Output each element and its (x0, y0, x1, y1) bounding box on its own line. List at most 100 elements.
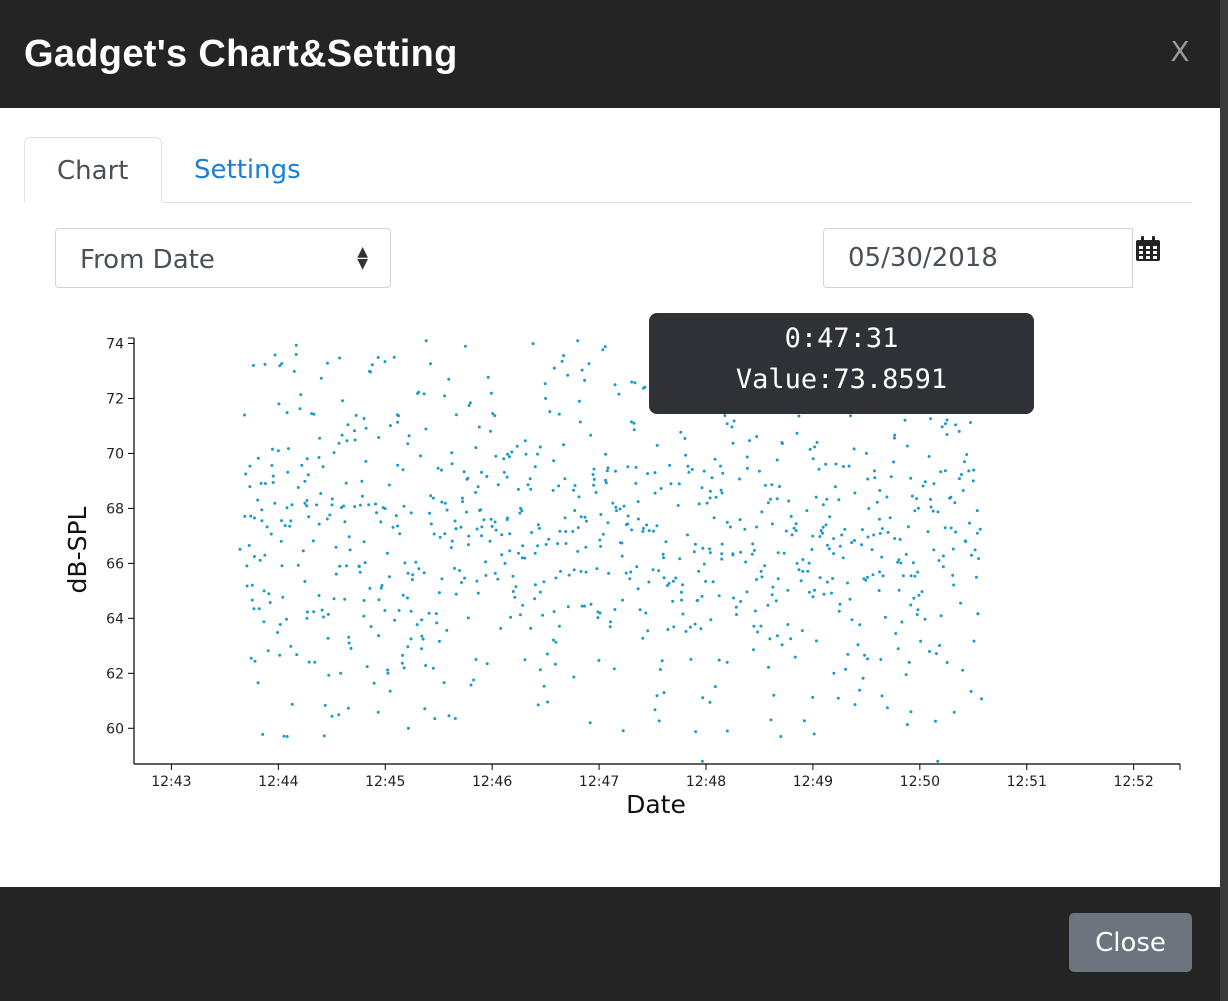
data-point (414, 560, 418, 564)
data-point (427, 611, 431, 615)
data-point (589, 602, 593, 606)
data-point (566, 605, 570, 609)
data-point (450, 451, 454, 455)
data-point (850, 618, 854, 622)
data-point (815, 440, 819, 444)
data-point (345, 439, 349, 443)
data-point (906, 525, 910, 529)
data-point (599, 513, 603, 516)
data-point (926, 530, 930, 534)
data-point (856, 643, 860, 647)
data-point (846, 581, 849, 585)
data-point (529, 626, 533, 630)
data-point (714, 495, 718, 499)
date-field[interactable] (823, 228, 1133, 288)
data-point (579, 515, 583, 519)
data-point (646, 629, 650, 633)
data-point (601, 532, 605, 536)
data-point (318, 436, 322, 440)
data-point (243, 514, 247, 518)
data-point (268, 601, 272, 604)
data-point (567, 573, 571, 577)
data-point (508, 549, 512, 553)
data-point (601, 348, 605, 352)
data-point (638, 608, 642, 612)
data-point (326, 612, 330, 616)
data-point (562, 354, 566, 358)
calendar-icon[interactable] (1134, 235, 1162, 263)
data-point (250, 583, 254, 587)
data-point (620, 541, 624, 545)
data-point (334, 572, 338, 576)
data-point (701, 546, 705, 550)
data-point (807, 590, 811, 594)
data-point (954, 423, 958, 427)
data-point (645, 523, 649, 527)
data-point (775, 497, 779, 501)
data-point (708, 700, 712, 704)
data-point (536, 523, 540, 527)
data-point (282, 734, 286, 738)
data-point (630, 380, 634, 384)
data-point (243, 413, 246, 417)
data-point (934, 719, 937, 723)
data-point (553, 662, 557, 666)
data-point (888, 516, 892, 520)
window-edge (1220, 0, 1228, 1001)
data-point (860, 528, 864, 532)
tab-settings[interactable]: Settings (162, 137, 333, 201)
data-point (423, 707, 427, 711)
data-point (810, 548, 814, 551)
data-point (442, 681, 446, 685)
data-point (784, 529, 788, 533)
data-point (530, 531, 534, 534)
data-point (928, 650, 931, 653)
data-point (296, 486, 300, 489)
data-point (348, 548, 352, 552)
data-point (901, 574, 905, 578)
data-point (417, 390, 421, 394)
data-point (866, 535, 870, 539)
data-point (548, 410, 552, 414)
tab-chart[interactable]: Chart (24, 137, 162, 203)
data-point (628, 577, 632, 581)
data-point (480, 470, 483, 474)
data-point (332, 451, 336, 455)
data-point (980, 697, 983, 701)
date-mode-select[interactable]: From Date ▲ ▼ (55, 228, 391, 288)
data-point (573, 484, 577, 488)
data-point (636, 587, 640, 591)
data-point (866, 657, 869, 661)
data-point (474, 491, 478, 494)
data-point (949, 526, 953, 530)
data-point (745, 455, 749, 459)
data-point (475, 579, 479, 583)
data-point (905, 723, 909, 727)
data-point (334, 545, 338, 549)
data-point (578, 420, 582, 424)
data-point (289, 519, 293, 523)
data-point (836, 696, 840, 700)
data-point (634, 481, 638, 485)
data-point (311, 539, 315, 543)
close-icon[interactable]: X (1164, 36, 1196, 68)
data-point (967, 469, 971, 473)
data-point (720, 557, 724, 561)
data-point (915, 497, 919, 501)
data-point (249, 656, 253, 660)
data-point (411, 573, 415, 577)
data-point (315, 503, 319, 507)
data-point (327, 673, 331, 677)
data-point (739, 550, 743, 554)
close-button[interactable]: Close (1069, 913, 1192, 972)
data-point (913, 509, 917, 513)
data-point (289, 644, 293, 648)
data-point (552, 610, 556, 614)
data-point (305, 499, 309, 502)
data-point (394, 514, 398, 518)
data-point (755, 435, 759, 439)
data-point (368, 586, 372, 590)
data-point (894, 632, 898, 635)
data-point (564, 542, 568, 545)
data-point (251, 364, 255, 367)
